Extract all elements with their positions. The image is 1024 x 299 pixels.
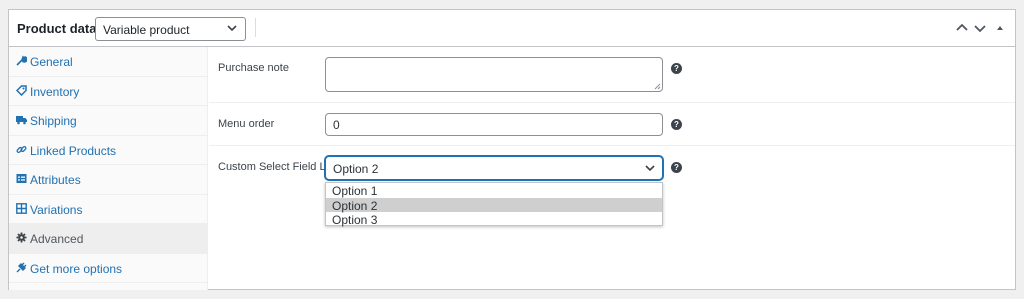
custom-select-dropdown: Option 1 Option 2 Option 3 — [325, 182, 663, 227]
custom-select-field[interactable]: Option 2 — [325, 156, 663, 180]
tab-label: Attributes — [30, 173, 81, 187]
tab-label: Inventory — [30, 84, 80, 99]
menu-order-value: 0 — [333, 118, 340, 132]
menu-order-input[interactable]: 0 — [325, 113, 663, 136]
link-icon — [16, 145, 27, 153]
tab-label: General — [30, 55, 73, 69]
chevron-down-icon — [645, 165, 655, 172]
triangle-up-icon[interactable] — [993, 21, 1007, 35]
help-icon[interactable]: ? — [671, 119, 682, 130]
select-option[interactable]: Option 1 — [326, 183, 662, 198]
select-option-selected[interactable]: Option 2 — [326, 197, 662, 213]
product-data-panel: Product data — Variable product General … — [8, 9, 1016, 290]
tag-icon — [16, 84, 27, 96]
custom-select-value: Option 2 — [333, 162, 379, 176]
plugin-icon — [16, 262, 27, 272]
tab-inventory[interactable]: Inventory — [9, 77, 208, 106]
tab-general[interactable]: General — [9, 47, 208, 77]
tab-label: Variations — [30, 202, 83, 217]
wrench-icon — [16, 55, 27, 66]
tab-shipping[interactable]: Shipping — [9, 106, 208, 136]
tab-label: Shipping — [30, 114, 77, 128]
purchase-note-textarea[interactable] — [325, 57, 663, 92]
help-icon[interactable]: ? — [671, 162, 682, 173]
truck-icon — [16, 116, 27, 125]
chevron-down-icon — [227, 25, 237, 32]
chevron-down-icon[interactable] — [973, 21, 987, 35]
product-data-header: Product data — Variable product — [9, 10, 1015, 47]
grid-icon — [16, 202, 27, 214]
tab-label: Get more options — [30, 261, 123, 276]
menu-order-label: Menu order — [218, 118, 275, 130]
tab-advanced[interactable]: Advanced — [9, 224, 208, 254]
chevron-up-icon[interactable] — [955, 21, 969, 35]
resize-handle-icon[interactable] — [654, 83, 661, 90]
product-data-tabs: General Inventory Shipping Linked Produc… — [9, 47, 208, 290]
tab-linked-products[interactable]: Linked Products — [9, 136, 208, 165]
menu-order-row: Menu order 0 ? — [209, 103, 1015, 146]
table-icon — [16, 174, 27, 183]
purchase-note-row: Purchase note ? — [209, 47, 1015, 103]
product-type-value: Variable product — [103, 23, 190, 37]
tab-get-more-options[interactable]: Get more options — [9, 254, 208, 283]
gear-icon — [16, 232, 27, 243]
help-icon[interactable]: ? — [671, 63, 682, 74]
product-type-select[interactable]: Variable product — [95, 17, 246, 41]
tab-attributes[interactable]: Attributes — [9, 165, 208, 195]
purchase-note-label: Purchase note — [218, 62, 289, 74]
select-option[interactable]: Option 3 — [326, 212, 662, 227]
tab-label: Linked Products — [30, 143, 117, 158]
tab-label: Advanced — [30, 232, 84, 246]
header-separator — [255, 18, 256, 37]
tab-variations[interactable]: Variations — [9, 195, 208, 224]
